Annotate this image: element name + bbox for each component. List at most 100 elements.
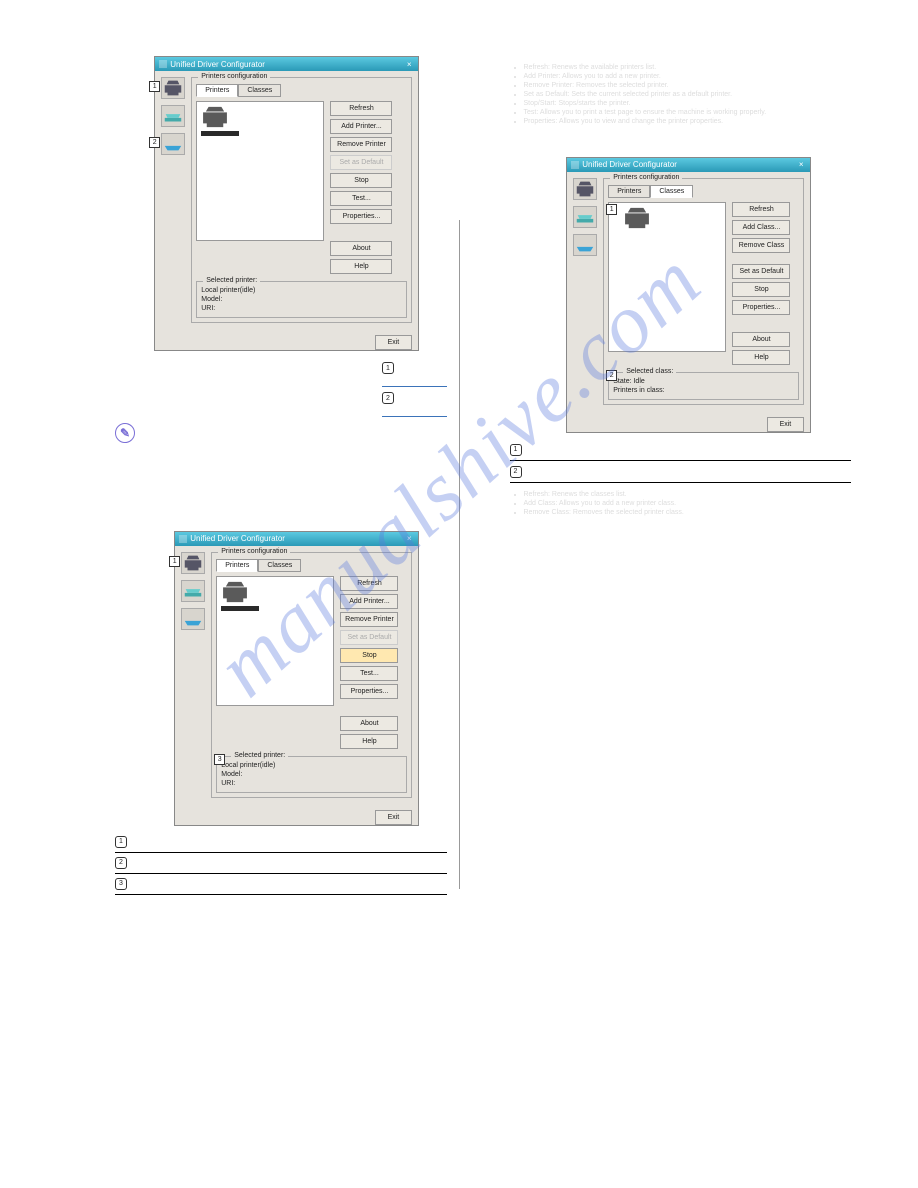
- note: ✎ Clicking Help from the Unified Driver …: [115, 423, 399, 443]
- printer-name-redacted: [201, 131, 239, 136]
- printers-tab-heading: Printers tab: [115, 493, 399, 502]
- tab-printers[interactable]: Printers: [608, 185, 650, 198]
- table-row-3: 3Shows the status, model name, and URI o…: [115, 878, 447, 890]
- properties-button[interactable]: Properties...: [340, 684, 398, 699]
- table-row-1: 1Shows all of the printer classes.: [510, 443, 852, 456]
- stop-button[interactable]: Stop: [732, 282, 790, 297]
- remove-printer-button[interactable]: Remove Printer: [340, 612, 398, 627]
- exit-button[interactable]: Exit: [375, 335, 413, 350]
- list-item: Refresh: Renews the classes list.: [524, 491, 852, 498]
- table-row-2: 2Shows the status of the class and the n…: [510, 465, 852, 478]
- properties-button[interactable]: Properties...: [330, 209, 392, 224]
- sidebar-scanner-icon[interactable]: [161, 105, 185, 127]
- exit-button[interactable]: Exit: [375, 810, 413, 825]
- tab-printers[interactable]: Printers: [196, 84, 238, 97]
- group-label: Printers configuration: [198, 73, 270, 80]
- legend-2: 2Switches to Port configuration.: [382, 391, 447, 412]
- tab-classes[interactable]: Classes: [238, 84, 281, 97]
- close-icon[interactable]: ×: [796, 160, 806, 170]
- dialog-2-wrap: Unified Driver Configurator × 1 Printers …: [147, 531, 447, 826]
- test-button[interactable]: Test...: [340, 666, 398, 681]
- about-button[interactable]: About: [732, 332, 790, 347]
- printers-config-group: Printers configuration Printers Classes: [191, 77, 412, 323]
- refresh-button[interactable]: Refresh: [340, 576, 398, 591]
- sidebar-port-icon[interactable]: [181, 608, 205, 630]
- dialog-1-wrap: Unified Driver Configurator × 1 2: [127, 56, 447, 351]
- printers-config-heading: Printers configuration: [115, 459, 399, 469]
- close-icon[interactable]: ×: [404, 534, 414, 544]
- about-button[interactable]: About: [330, 241, 392, 256]
- list-item: Test: Allows you to print a test page to…: [524, 109, 852, 116]
- sidebar-scanner-icon[interactable]: [181, 580, 205, 602]
- window-title: Unified Driver Configurator: [190, 534, 285, 543]
- stop-button[interactable]: Stop: [330, 173, 392, 188]
- exit-button[interactable]: Exit: [767, 417, 805, 432]
- titlebar: Unified Driver Configurator ×: [155, 57, 418, 71]
- window-menu-icon: [179, 535, 187, 543]
- help-button[interactable]: Help: [340, 734, 398, 749]
- test-button[interactable]: Test...: [330, 191, 392, 206]
- refresh-button[interactable]: Refresh: [330, 101, 392, 116]
- callout-3: 3: [214, 754, 225, 765]
- refresh-button[interactable]: Refresh: [732, 202, 790, 217]
- group-label: Printers configuration: [218, 548, 290, 555]
- tab-classes[interactable]: Classes: [650, 185, 693, 198]
- note-icon: ✎: [115, 423, 135, 443]
- help-button[interactable]: Help: [732, 350, 790, 365]
- list-item: Properties: Allows you to view and chang…: [524, 118, 852, 125]
- table-row-2: 2Shows all of the installed printers.: [115, 857, 447, 869]
- printer-list[interactable]: [196, 101, 324, 241]
- remove-class-button[interactable]: Remove Class: [732, 238, 790, 253]
- buttons-intro: The printer control buttons are, as foll…: [514, 50, 852, 60]
- class-button-descriptions: Refresh: Renews the classes list. Add Cl…: [524, 491, 852, 516]
- help-button[interactable]: Help: [330, 259, 392, 274]
- properties-button[interactable]: Properties...: [732, 300, 790, 315]
- note-text: Clicking Help from the Unified Driver Co…: [143, 423, 399, 443]
- printer-device-icon[interactable]: [221, 581, 249, 603]
- printer-list[interactable]: [216, 576, 334, 706]
- class-list[interactable]: 1: [608, 202, 726, 352]
- printer-class-icon[interactable]: [623, 207, 651, 229]
- remove-printer-button[interactable]: Remove Printer: [330, 137, 392, 152]
- dialog-1: Unified Driver Configurator × 1 2: [154, 56, 419, 351]
- sidebar: 1 2: [159, 75, 189, 329]
- tab-printers[interactable]: Printers: [216, 559, 258, 572]
- sidebar-port-icon[interactable]: 2: [161, 133, 185, 155]
- add-class-button[interactable]: Add Class...: [732, 220, 790, 235]
- selected-printer-label: Selected printer:: [203, 277, 260, 284]
- list-item: Set as Default: Sets the current selecte…: [524, 91, 852, 98]
- sidebar-printer-icon[interactable]: 1: [181, 552, 205, 574]
- tab-classes[interactable]: Classes: [258, 559, 301, 572]
- callout-1: 1: [169, 556, 180, 567]
- printer-name-redacted: [221, 606, 259, 611]
- sp-line1: Local printer(idle): [201, 286, 402, 295]
- set-default-button[interactable]: Set as Default: [732, 264, 790, 279]
- add-printer-button[interactable]: Add Printer...: [340, 594, 398, 609]
- sidebar-scanner-icon[interactable]: [573, 206, 597, 228]
- close-icon[interactable]: ×: [404, 59, 414, 69]
- button-descriptions: Refresh: Renews the available printers l…: [524, 64, 852, 125]
- sc-line1: State: Idle: [613, 377, 794, 386]
- page: Unified Driver Configurator × 1 2: [0, 0, 918, 949]
- sp-line3: URI:: [221, 779, 402, 788]
- window-title: Unified Driver Configurator: [170, 60, 265, 69]
- printer-device-icon[interactable]: [201, 106, 229, 128]
- selected-printer-label: Selected printer:: [231, 752, 288, 759]
- stop-button[interactable]: Stop: [340, 648, 398, 663]
- window-menu-icon: [571, 161, 579, 169]
- set-default-button: Set as Default: [330, 155, 392, 170]
- callout-2: 2: [606, 370, 617, 381]
- sidebar-port-icon[interactable]: [573, 234, 597, 256]
- list-item: Remove Printer: Removes the selected pri…: [524, 82, 852, 89]
- about-button[interactable]: About: [340, 716, 398, 731]
- left-column: Unified Driver Configurator × 1 2: [55, 50, 459, 899]
- sidebar-printer-icon[interactable]: 1: [161, 77, 185, 99]
- sidebar-printer-icon[interactable]: [573, 178, 597, 200]
- add-printer-button[interactable]: Add Printer...: [330, 119, 392, 134]
- classes-legend: 1Shows all of the printer classes. 2Show…: [510, 443, 852, 483]
- list-item: Remove Class: Removes the selected print…: [524, 509, 852, 516]
- sp-line3: URI:: [201, 304, 402, 313]
- list-item: Stop/Start: Stops/starts the printer.: [524, 100, 852, 107]
- callout-1: 1: [149, 81, 160, 92]
- right-column: The printer control buttons are, as foll…: [460, 50, 864, 899]
